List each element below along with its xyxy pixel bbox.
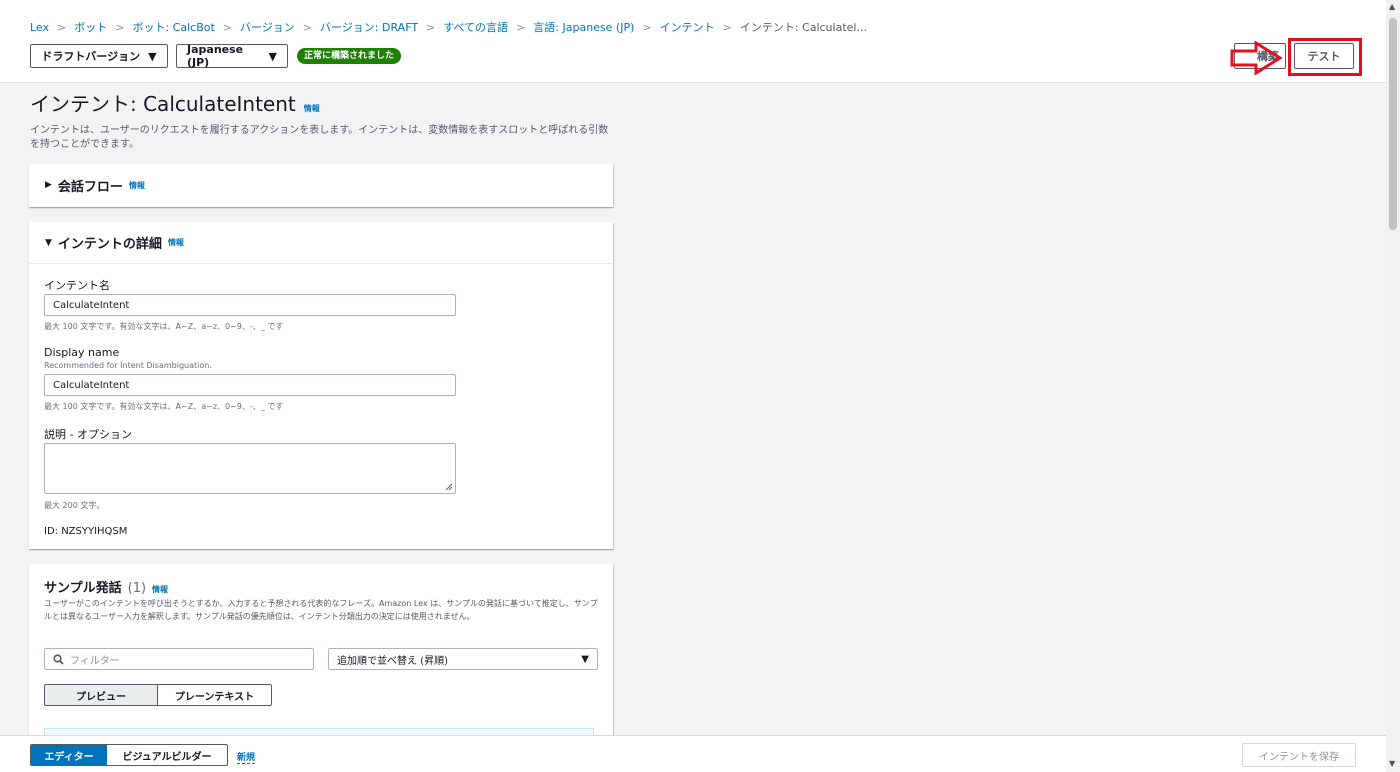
version-dropdown[interactable]: ドラフトバージョン ▼ [30, 44, 168, 68]
breadcrumb-versions[interactable]: バージョン [240, 19, 295, 35]
conversation-flow-header[interactable]: ▶ 会話フロー 情報 [29, 164, 613, 206]
conversation-flow-panel: ▶ 会話フロー 情報 [29, 164, 613, 207]
save-intent-button[interactable]: インテントを保存 [1242, 743, 1356, 767]
caret-right-icon: ▶ [45, 180, 52, 190]
filter-input[interactable]: フィルター [44, 648, 314, 670]
breadcrumb-version-draft[interactable]: バージョン: DRAFT [320, 19, 418, 35]
filter-placeholder: フィルター [70, 655, 120, 667]
page-scrollbar[interactable]: ▲ ▼ [1386, 0, 1400, 772]
intent-name-hint: 最大 100 文字です。有効な文字は、A~Z、a~z、0~9、-、_ です [44, 322, 284, 331]
sample-utterances-header: サンプル発話 (1) 情報 [44, 577, 168, 596]
language-dropdown-label: Japanese (JP) [187, 43, 244, 69]
sort-select-label: 追加順で並べ替え (昇順) [337, 655, 448, 667]
chevron-right-icon: > [57, 20, 67, 34]
arrow-right-icon [1230, 41, 1282, 75]
chevron-right-icon: > [722, 20, 732, 34]
new-label: 新規 [237, 750, 256, 764]
page-title-text: インテント: CalculateIntent [30, 92, 296, 116]
page-title: インテント: CalculateIntent 情報 [30, 88, 320, 117]
scroll-up-icon[interactable]: ▲ [1389, 2, 1395, 11]
sample-utterances-count: (1) [127, 581, 147, 596]
scroll-down-icon[interactable]: ▼ [1389, 759, 1395, 768]
version-dropdown-label: ドラフトバージョン [41, 50, 141, 63]
description-label: 説明 - オプション [44, 428, 132, 441]
breadcrumb: Lex > ボット > ボット: CalcBot > バージョン > バージョン… [30, 19, 867, 35]
sort-select[interactable]: 追加順で並べ替え (昇順) ▼ [328, 648, 598, 670]
display-name-label: Display name [44, 346, 120, 359]
top-header: Lex > ボット > ボット: CalcBot > バージョン > バージョン… [0, 0, 1386, 83]
editor-mode-button[interactable]: エディター [31, 745, 107, 765]
breadcrumb-bot[interactable]: ボット: CalcBot [132, 19, 214, 35]
intent-id: ID: NZSYYIHQSM [44, 526, 128, 537]
description-textarea[interactable] [44, 443, 456, 494]
build-status-badge: 正常に構築されました [297, 48, 402, 64]
display-name-input[interactable]: CalculateIntent [44, 374, 456, 396]
chevron-right-icon: > [642, 20, 652, 34]
caret-down-icon: ▼ [268, 49, 277, 63]
chevron-right-icon: > [302, 20, 313, 34]
tab-plain-text[interactable]: プレーンテキスト [158, 685, 271, 705]
chevron-right-icon: > [516, 20, 526, 34]
intent-name-label: インテント名 [44, 279, 110, 292]
breadcrumb-all-languages[interactable]: すべての言語 [443, 19, 508, 35]
view-mode-toggle: プレビュー プレーンテキスト [44, 684, 272, 706]
display-name-sublabel: Recommended for Intent Disambiguation. [44, 361, 212, 370]
highlight-box [1288, 38, 1362, 76]
search-icon [53, 653, 64, 665]
intent-details-title: インテントの詳細 [57, 237, 162, 252]
breadcrumb-current-intent: インテント: Calculatel... [739, 21, 867, 34]
sample-utterances-title: サンプル発話 [44, 581, 122, 596]
page-description: インテントは、ユーザーのリクエストを履行するアクションを表します。インテントは、… [30, 125, 609, 150]
chevron-right-icon: > [222, 20, 233, 34]
caret-down-icon: ▼ [148, 49, 157, 63]
language-dropdown[interactable]: Japanese (JP) ▼ [176, 43, 288, 69]
tab-preview[interactable]: プレビュー [45, 685, 158, 705]
resize-handle-icon[interactable] [445, 483, 453, 491]
visual-builder-button[interactable]: ビジュアルビルダー [107, 745, 227, 765]
conversation-flow-info-link[interactable]: 情報 [129, 180, 145, 191]
sample-utterances-panel: サンプル発話 (1) 情報 ユーザーがこのインテントを呼び出そうとするか、入力す… [29, 564, 613, 744]
sample-utterances-info-link[interactable]: 情報 [152, 584, 168, 595]
breadcrumb-intents[interactable]: インテント [660, 19, 715, 35]
intent-name-input[interactable]: CalculateIntent [44, 294, 456, 316]
chevron-right-icon: > [426, 20, 436, 34]
caret-down-icon: ▼ [45, 237, 52, 248]
description-hint: 最大 200 文字。 [44, 501, 105, 510]
intent-details-header[interactable]: ▼ インテントの詳細 情報 [29, 222, 613, 264]
display-name-hint: 最大 100 文字です。有効な文字は、A~Z、a~z、0~9、-、_ です [44, 402, 284, 411]
sample-utterances-description: ユーザーがこのインテントを呼び出そうとするか、入力すると予想される代表的なフレー… [44, 599, 598, 621]
caret-down-icon: ▼ [581, 653, 589, 665]
bottom-toolbar: エディター ビジュアルビルダー 新規 インテントを保存 [0, 735, 1386, 772]
scroll-thumb[interactable] [1389, 18, 1397, 230]
editor-mode-toggle: エディター ビジュアルビルダー [30, 744, 228, 766]
breadcrumb-language[interactable]: 言語: Japanese (JP) [533, 19, 634, 35]
conversation-flow-title: 会話フロー [57, 179, 123, 195]
breadcrumb-lex[interactable]: Lex [30, 21, 49, 34]
page-info-link[interactable]: 情報 [304, 103, 320, 114]
intent-details-panel: ▼ インテントの詳細 情報 インテント名 CalculateIntent 最大 … [29, 222, 613, 549]
chevron-right-icon: > [115, 20, 125, 34]
intent-details-info-link[interactable]: 情報 [168, 237, 184, 248]
breadcrumb-bots[interactable]: ボット [74, 19, 107, 35]
